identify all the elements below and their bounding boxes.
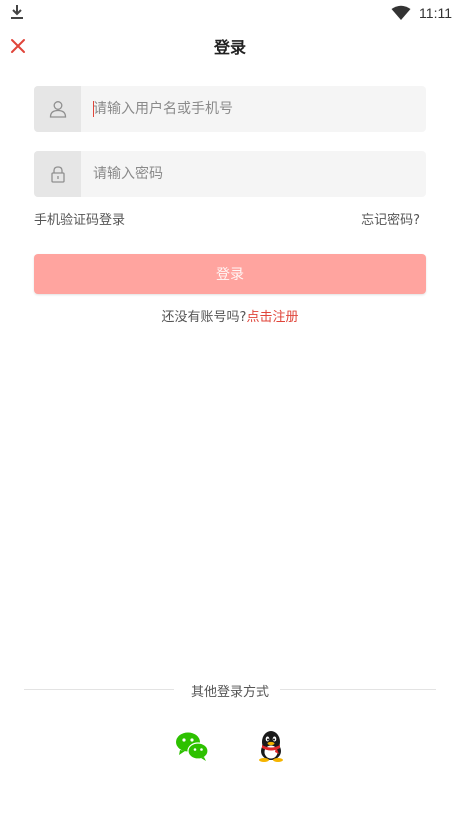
password-input[interactable]	[81, 151, 426, 197]
password-icon-box	[34, 151, 81, 197]
username-icon-box	[34, 86, 81, 132]
other-login-divider: 其他登录方式	[24, 680, 436, 700]
status-right: 11:11	[391, 3, 452, 23]
login-screen: 11:11 登录 手机验证码登录 忘记密码?	[0, 0, 460, 817]
page-title: 登录	[213, 38, 246, 57]
status-time: 11:11	[419, 5, 452, 21]
login-button[interactable]: 登录	[34, 254, 426, 294]
register-link[interactable]: 点击注册	[246, 310, 298, 325]
divider-line-right	[280, 689, 436, 690]
other-login-label: 其他登录方式	[190, 685, 269, 700]
wifi-icon	[391, 5, 411, 20]
wechat-icon[interactable]	[175, 730, 209, 762]
user-icon	[49, 101, 66, 118]
qq-icon[interactable]	[254, 730, 288, 762]
download-icon	[11, 5, 23, 19]
username-input[interactable]	[81, 86, 426, 132]
forgot-password-link[interactable]: 忘记密码?	[361, 209, 420, 228]
title-bar: 登录	[0, 26, 460, 64]
lock-icon	[50, 166, 65, 183]
register-prompt: 还没有账号吗?	[161, 310, 247, 325]
sms-login-link[interactable]: 手机验证码登录	[34, 209, 125, 228]
password-field	[34, 151, 426, 197]
text-cursor	[93, 101, 94, 117]
status-bar: 11:11	[0, 0, 460, 26]
register-row: 还没有账号吗?点击注册	[0, 306, 460, 325]
